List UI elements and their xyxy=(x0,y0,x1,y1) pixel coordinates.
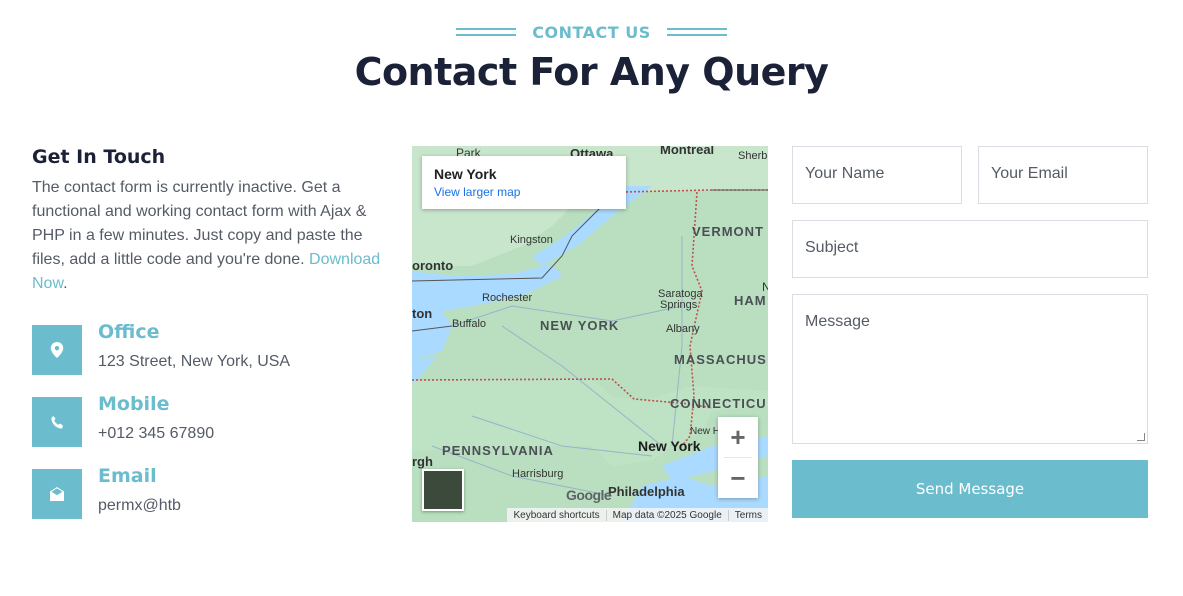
envelope-open-icon xyxy=(50,487,64,501)
zoom-out-button[interactable]: − xyxy=(718,458,758,498)
map-label: oronto xyxy=(412,258,454,273)
info-icon-box xyxy=(32,397,82,447)
email-placeholder: Your Email xyxy=(991,165,1068,182)
map-label: NEW YORK xyxy=(540,318,620,333)
phone-icon xyxy=(50,415,63,428)
map-place-card: New York View larger map xyxy=(422,156,626,209)
eyebrow: CONTACT US xyxy=(0,20,1183,44)
zoom-in-button[interactable]: + xyxy=(718,417,758,457)
map-data-text: Map data ©2025 Google xyxy=(605,509,728,521)
map-label: New H xyxy=(690,426,721,437)
map-label: Buffalo xyxy=(452,318,487,330)
map-attribution: Keyboard shortcuts Map data ©2025 Google… xyxy=(507,508,768,522)
info-mobile: Mobile +012 345 67890 xyxy=(32,393,215,447)
resize-handle[interactable] xyxy=(1137,433,1145,441)
info-title: Office xyxy=(98,321,160,343)
info-email: Email permx@htb xyxy=(32,465,181,519)
eyebrow-line-left xyxy=(456,28,517,36)
info-icon-box xyxy=(32,325,82,375)
eyebrow-label: CONTACT US xyxy=(532,22,651,42)
name-input[interactable]: Your Name xyxy=(792,146,962,204)
map-label: Harrisburg xyxy=(512,468,564,480)
info-office: Office 123 Street, New York, USA xyxy=(32,321,291,375)
info-title: Mobile xyxy=(98,393,170,415)
map-place-name: New York xyxy=(434,166,497,182)
info-title: Email xyxy=(98,465,157,487)
info-value: 123 Street, New York, USA xyxy=(98,353,291,370)
map-label: Rochester xyxy=(482,292,533,304)
email-input[interactable]: Your Email xyxy=(978,146,1148,204)
send-message-button[interactable]: Send Message xyxy=(792,460,1148,518)
map-label: CONNECTICU xyxy=(670,396,767,411)
map-label: Albany xyxy=(666,323,700,335)
subject-placeholder: Subject xyxy=(805,239,859,256)
map-label: Montreal xyxy=(660,146,715,157)
get-in-touch-heading: Get In Touch xyxy=(32,146,166,168)
keyboard-shortcuts-link[interactable]: Keyboard shortcuts xyxy=(507,510,605,521)
map-label: New York xyxy=(638,438,701,454)
info-icon-box xyxy=(32,469,82,519)
map-label: MASSACHUS xyxy=(674,352,767,367)
map-label: Kingston xyxy=(510,234,553,246)
map-label: Springs xyxy=(660,299,698,311)
map-label: HAM xyxy=(734,293,767,308)
get-in-touch-description: The contact form is currently inactive. … xyxy=(32,176,382,296)
get-in-touch: Get In Touch The contact form is current… xyxy=(32,146,382,519)
embedded-map[interactable]: Park Ottawa Montreal Sherb VERMONT Kings… xyxy=(412,146,768,522)
google-logo: Google xyxy=(566,487,612,503)
satellite-toggle-button[interactable] xyxy=(422,469,464,511)
page-title: Contact For Any Query xyxy=(354,50,829,94)
map-marker-icon xyxy=(50,342,64,358)
message-placeholder: Message xyxy=(805,313,870,330)
section-header: CONTACT US Contact For Any Query xyxy=(0,20,1183,95)
map-label: PENNSYLVANIA xyxy=(442,443,554,458)
map-label: rgh xyxy=(412,454,433,469)
name-placeholder: Your Name xyxy=(805,165,885,182)
info-value: permx@htb xyxy=(98,497,181,514)
map-label: Sherb xyxy=(738,150,768,162)
message-textarea[interactable]: Message xyxy=(792,294,1148,444)
map-label: ton xyxy=(412,306,433,321)
map-label: Philadelphia xyxy=(608,484,685,499)
map-label: N xyxy=(762,280,768,294)
map-label: VERMONT xyxy=(692,224,764,239)
subject-input[interactable]: Subject xyxy=(792,220,1148,278)
terms-link[interactable]: Terms xyxy=(727,509,768,521)
info-value: +012 345 67890 xyxy=(98,425,215,442)
eyebrow-line-right xyxy=(666,28,727,36)
description-suffix: . xyxy=(63,275,68,292)
view-larger-map-link[interactable]: View larger map xyxy=(434,185,614,199)
map-zoom-control: + − xyxy=(718,417,758,498)
